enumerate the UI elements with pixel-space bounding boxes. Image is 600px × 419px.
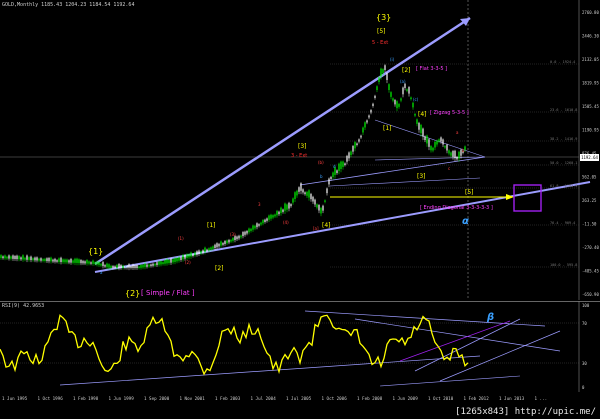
price-tick: -11.50	[582, 222, 597, 227]
price-tick: 2132.05	[582, 57, 599, 62]
svg-text:(2): (2)	[185, 260, 191, 265]
price-tick: 1819.95	[582, 81, 599, 86]
watermark: [1265x843] http://upic.me/	[455, 407, 596, 417]
svg-text:(i): (i)	[390, 57, 395, 62]
svg-text:(3): (3)	[230, 232, 236, 237]
ext3-label: 3 - Ext	[291, 153, 307, 159]
chart-info-line: GOLD,Monthly 1185.43 1204.23 1184.54 119…	[2, 2, 135, 8]
flat-label: [ Flat 3-3-5 ]	[416, 66, 447, 72]
fib-label: 50.0 - 1260.1	[550, 161, 577, 165]
time-tick: 1 Feb 1998	[73, 396, 99, 401]
wave-c4: [4]	[418, 111, 427, 118]
price-tick: 1190.95	[582, 128, 599, 133]
svg-text:(1): (1)	[178, 236, 184, 241]
wave-3-major: {3}	[376, 13, 391, 22]
time-tick: 1 Jul 2004	[251, 396, 277, 401]
time-tick: 1 Feb 2012	[464, 396, 490, 401]
alpha-symbol: α	[462, 216, 469, 227]
fib-label: 0.0 - 1924.4	[550, 60, 575, 64]
current-price-box: 1192.64	[580, 154, 599, 161]
time-tick: 1 Oct 2010	[428, 396, 454, 401]
rsi-title: RSI(9) 42.9653	[2, 303, 45, 309]
time-tick: 1 ...	[535, 396, 548, 401]
wave-b4: [4]	[322, 222, 331, 229]
time-tick: 1 Jul 2005	[286, 396, 312, 401]
svg-text:c: c	[125, 264, 127, 269]
fib-label: 38.2 - 1416.9	[550, 137, 577, 141]
time-tick: 1 Oct 1996	[38, 396, 64, 401]
simple-flat-label: [ Simple / Flat ]	[141, 289, 195, 297]
svg-text:(b): (b)	[318, 160, 324, 165]
fib-label: 23.6 - 1610.8	[550, 108, 577, 112]
svg-text:(4): (4)	[283, 220, 289, 225]
svg-text:[a]: [a]	[313, 226, 319, 231]
price-tick: -270.40	[582, 245, 599, 250]
time-tick: 1 Sep 2000	[144, 396, 170, 401]
wave-b3: [3]	[298, 143, 307, 150]
zigzag-label: [ Zigzag 5-3-5 ]	[430, 110, 469, 116]
time-tick: 1 Oct 2006	[322, 396, 348, 401]
svg-text:(c): (c)	[413, 97, 419, 102]
time-tick: 1 Feb 2008	[357, 396, 383, 401]
rsi-tick: 100	[582, 303, 590, 308]
wave-c3: [3]	[417, 173, 426, 180]
wave-1-major: {1}	[88, 247, 103, 256]
wave-c1: [1]	[383, 125, 392, 132]
fib-label: 61.8 - 1103.3	[550, 184, 577, 188]
fib-label: 76.4 - 909.4	[550, 221, 575, 225]
time-axis: 1 Jun 1995 1 Oct 1996 1 Feb 1998 1 Jun 1999…	[2, 396, 548, 401]
wave-b1: [1]	[207, 222, 216, 229]
rsi-tick: 30	[582, 361, 587, 366]
wave-c2: [2]	[402, 67, 411, 74]
rsi-tick: 70	[582, 321, 587, 326]
wave-c5: [5]	[465, 189, 474, 196]
price-tick: 263.25	[582, 198, 597, 203]
price-tick: -485.45	[582, 269, 599, 274]
price-tick: 562.05	[582, 175, 597, 180]
wave-2-major: {2}	[125, 289, 140, 298]
wave-b2: [2]	[215, 265, 224, 272]
time-tick: 1 Jun 1995	[2, 396, 28, 401]
beta-symbol: β	[486, 312, 494, 323]
time-tick: 1 Feb 2003	[215, 396, 241, 401]
price-tick: 1505.45	[582, 104, 599, 109]
time-tick: 1 Jun 2009	[393, 396, 419, 401]
price-chart[interactable]: {3} [5] 5 - Ext {1} {2} [ Simple / Flat …	[0, 0, 600, 300]
price-tick: 2760.80	[582, 10, 599, 15]
price-tick: -650.90	[582, 292, 599, 297]
price-tick: 2446.30	[582, 34, 599, 39]
time-tick: 1 Jun 1999	[109, 396, 135, 401]
rsi-indicator[interactable]: β 10070300	[0, 301, 600, 392]
svg-text:c: c	[448, 166, 450, 171]
chart-window: {3} [5] 5 - Ext {1} {2} [ Simple / Flat …	[0, 0, 600, 419]
ending-diagonal-label: [ Ending Diagonal 3-3-3-3-3 ]	[420, 205, 493, 211]
fib-label: 100.0 - 595.8	[550, 263, 577, 267]
time-tick: 1 Nov 2001	[180, 396, 206, 401]
wave-5-top: [5]	[377, 28, 386, 35]
time-tick: 1 Jun 2013	[499, 396, 525, 401]
wave-5-ext: 5 - Ext	[372, 40, 388, 46]
svg-text:(a): (a)	[400, 79, 406, 84]
